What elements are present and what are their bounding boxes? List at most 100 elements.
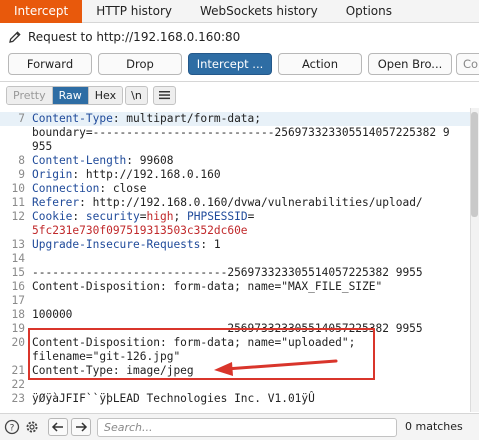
action-button[interactable]: Action [278,53,362,75]
editor-line: 22 [0,378,470,392]
line-content: Content-Type: multipart/form-data; [32,112,261,126]
annotation-highlight-box [28,328,375,380]
line-content: Connection: close [32,182,147,196]
code-token: Upgrade-Insecure-Requests [32,238,201,251]
line-content: Cookie: security=high; PHPSESSID= [32,210,254,224]
code-token: : 1 [200,238,221,251]
code-token: Content-Disposition: form-data; name="MA… [32,280,383,293]
editor-line: 9 Origin: http://192.168.0.160 [0,168,470,182]
request-info-bar: Request to http://192.168.0.160:80 [0,23,479,50]
line-number: 23 [11,392,25,405]
code-token: Origin [32,168,73,181]
intercept-toolbar: Forward Drop Intercept ... Action Open B… [0,53,479,77]
code-token: high [146,210,174,223]
line-content: 100000 [32,308,72,322]
editor-line: boundary=---------------------------2569… [0,126,470,140]
gear-icon[interactable] [24,419,40,435]
view-raw-button[interactable]: Raw [52,87,89,104]
view-pretty-button[interactable]: Pretty [7,87,53,104]
intercept-toggle-button[interactable]: Intercept ... [188,53,272,75]
message-view-bar: Pretty Raw Hex \n [0,83,479,107]
code-token: ; [173,210,187,223]
editor-line: 11 Referer: http://192.168.0.160/dvwa/vul… [0,196,470,210]
code-token: boundary=---------------------------2569… [32,126,450,139]
view-mode-group: Pretty Raw Hex [6,86,124,105]
line-content: Origin: http://192.168.0.160 [32,168,221,182]
line-number: 11 [11,196,25,209]
line-content: Content-Length: 99608 [32,154,173,168]
code-token: : 99608 [126,154,174,167]
code-token: 955 [32,140,53,153]
code-token: Content-Type [32,112,113,125]
code-token: 5fc231e730f097519313503c352dc60e [32,224,248,237]
arrow-right-icon [76,422,88,432]
code-token: = [247,210,255,223]
tab-intercept[interactable]: Intercept [0,0,83,23]
editor-line: 14 [0,252,470,266]
editor-line: 8 Content-Length: 99608 [0,154,470,168]
arrow-left-icon [51,422,63,432]
match-count: 0 matches [405,420,463,433]
line-number: 14 [11,252,25,265]
line-number: 20 [11,336,25,349]
line-content: 955 [32,140,52,154]
tab-http-history[interactable]: HTTP history [82,0,186,23]
editor-line: 7 Content-Type: multipart/form-data; [0,112,470,126]
comment-field[interactable]: Co [456,53,479,75]
line-content: ÿØÿàJFIF``ÿþLEAD Technologies Inc. V1.01… [32,392,315,406]
line-content: Referer: http://192.168.0.160/dvwa/vulne… [32,196,423,210]
code-token: : http://192.168.0.160/dvwa/vulnerabilit… [79,196,423,209]
help-icon[interactable]: ? [4,419,20,435]
view-hex-button[interactable]: Hex [88,87,123,104]
show-newlines-button[interactable]: \n [125,86,148,105]
toolbar-divider [0,81,479,82]
line-number: 12 [11,210,25,223]
request-target-text: Request to http://192.168.0.160:80 [28,29,241,44]
line-number: 18 [11,308,25,321]
code-token: PHPSESSID [186,210,248,223]
view-menu-button[interactable] [153,86,176,105]
editor-line: 18 100000 [0,308,470,322]
search-previous-button[interactable] [48,418,68,436]
code-token: 100000 [32,308,73,321]
line-content: Content-Disposition: form-data; name="MA… [32,280,382,294]
line-content: Upgrade-Insecure-Requests: 1 [32,238,221,252]
editor-line: 15 -----------------------------256973323… [0,266,470,280]
svg-text:?: ? [10,424,15,434]
line-content: -----------------------------25697332330… [32,266,423,280]
search-input[interactable]: Search... [97,418,397,437]
editor-line: 17 [0,294,470,308]
code-token: Referer [32,196,80,209]
line-number: 13 [11,238,25,251]
line-number: 17 [11,294,25,307]
editor-line: 955 [0,140,470,154]
code-token: : multipart/form-data; [112,112,262,125]
code-token: ÿØÿàJFIF``ÿþLEAD Technologies Inc. V1.01… [32,392,315,405]
code-token: = [139,210,147,223]
editor-line: 23 ÿØÿàJFIF``ÿþLEAD Technologies Inc. V1.… [0,392,470,406]
tab-websockets-history[interactable]: WebSockets history [186,0,332,23]
hamburger-icon [159,91,170,100]
tool-tab-bar: Intercept HTTP history WebSockets histor… [0,0,479,23]
editor-scrollbar-thumb[interactable] [471,112,478,217]
code-token: : [72,210,86,223]
code-token: -----------------------------25697332330… [32,266,423,279]
line-number: 8 [18,154,25,167]
code-token: Cookie [32,210,73,223]
tab-options[interactable]: Options [332,0,406,23]
code-token: Content-Length [32,154,127,167]
line-number: 10 [11,182,25,195]
forward-button[interactable]: Forward [8,53,92,75]
editor-line: 5fc231e730f097519313503c352dc60e [0,224,470,238]
open-browser-button[interactable]: Open Bro... [368,53,452,75]
search-next-button[interactable] [71,418,91,436]
code-token: Connection [32,182,100,195]
editor-line: 12 Cookie: security=high; PHPSESSID= [0,210,470,224]
line-number: 16 [11,280,25,293]
drop-button[interactable]: Drop [98,53,182,75]
line-number: 9 [18,168,25,181]
line-number: 15 [11,266,25,279]
line-number: 21 [11,364,25,377]
line-number: 22 [11,378,25,391]
code-token: : http://192.168.0.160 [72,168,221,181]
